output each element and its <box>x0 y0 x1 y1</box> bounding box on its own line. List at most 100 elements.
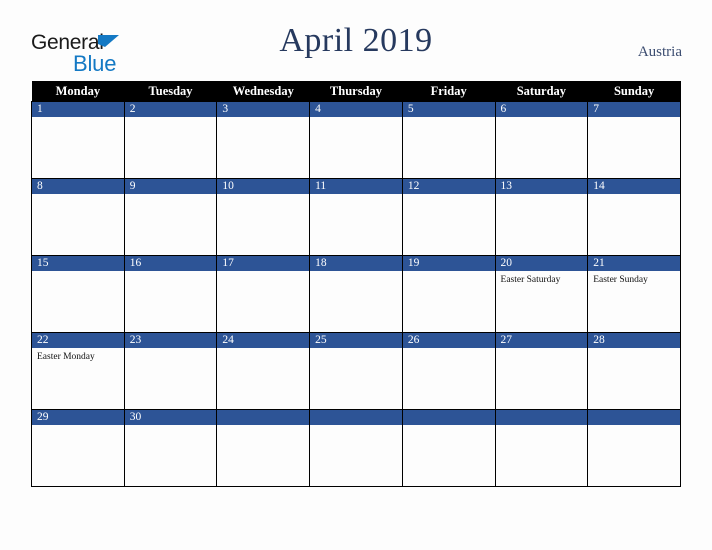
calendar-day-cell[interactable]: 6 <box>494 101 589 179</box>
day-number: 17 <box>217 256 310 271</box>
day-cell-inner <box>310 410 402 486</box>
day-number <box>588 410 680 425</box>
calendar-day-cell[interactable]: 12 <box>401 178 496 256</box>
calendar-day-cell[interactable]: 8 <box>31 178 125 256</box>
weekday-header-sunday: Sunday <box>587 81 681 102</box>
day-cell-inner: 23 <box>124 333 217 409</box>
day-number: 10 <box>217 179 310 194</box>
day-cell-inner: 17 <box>217 256 310 332</box>
weekday-header-saturday: Saturday <box>495 81 588 102</box>
day-events <box>32 194 124 197</box>
calendar-day-cell[interactable]: 23 <box>123 332 218 410</box>
day-events <box>588 117 680 120</box>
calendar-day-cell[interactable]: 14 <box>587 178 681 256</box>
calendar-empty-cell[interactable] <box>401 409 496 487</box>
day-cell-inner <box>402 410 495 486</box>
day-events <box>403 348 495 351</box>
day-number: 26 <box>402 333 495 348</box>
day-number: 20 <box>495 256 588 271</box>
calendar-day-cell[interactable]: 22 Easter Monday <box>31 332 125 410</box>
calendar-week-row: 29 30 <box>31 409 681 487</box>
calendar-day-cell[interactable]: 25 <box>309 332 403 410</box>
day-number: 5 <box>402 102 495 117</box>
day-number <box>402 410 495 425</box>
holiday-event-label: Easter Sunday <box>593 275 648 285</box>
day-events <box>588 194 680 197</box>
calendar-day-cell[interactable]: 1 <box>31 101 125 179</box>
day-events: Easter Sunday <box>588 271 680 286</box>
calendar-day-cell[interactable]: 30 <box>123 409 218 487</box>
day-cell-inner: 7 <box>588 102 680 178</box>
day-events <box>217 194 309 197</box>
calendar-body: 1 2 3 4 5 6 7 8 9 10 11 12 13 14 15 16 17 18 19 20 Easter Sa… <box>31 101 681 487</box>
calendar-empty-cell[interactable] <box>309 409 403 487</box>
day-cell-inner: 1 <box>32 102 124 178</box>
calendar-day-cell[interactable]: 7 <box>587 101 681 179</box>
calendar-day-cell[interactable]: 18 <box>309 255 403 333</box>
day-cell-inner: 30 <box>124 410 217 486</box>
day-events <box>125 194 217 197</box>
day-events <box>125 271 217 274</box>
day-events <box>403 117 495 120</box>
day-events <box>217 348 309 351</box>
day-number: 1 <box>32 102 124 117</box>
day-cell-inner <box>495 410 588 486</box>
day-number: 28 <box>588 333 680 348</box>
day-cell-inner: 8 <box>32 179 124 255</box>
day-number: 23 <box>124 333 217 348</box>
calendar-week-row: 1234567 <box>31 101 681 179</box>
day-number: 2 <box>124 102 217 117</box>
day-cell-inner: 13 <box>495 179 588 255</box>
calendar-day-cell[interactable]: 28 <box>587 332 681 410</box>
day-events <box>403 271 495 274</box>
day-cell-inner: 27 <box>495 333 588 409</box>
day-events <box>310 271 402 274</box>
calendar-empty-cell[interactable] <box>216 409 311 487</box>
weekday-header-thursday: Thursday <box>309 81 403 102</box>
calendar-day-cell[interactable]: 29 <box>31 409 125 487</box>
calendar-day-cell[interactable]: 19 <box>401 255 496 333</box>
calendar-day-cell[interactable]: 9 <box>123 178 218 256</box>
day-number: 13 <box>495 179 588 194</box>
day-number: 22 <box>32 333 124 348</box>
calendar-day-cell[interactable]: 11 <box>309 178 403 256</box>
calendar-day-cell[interactable]: 15 <box>31 255 125 333</box>
day-number: 19 <box>402 256 495 271</box>
calendar-day-cell[interactable]: 10 <box>216 178 311 256</box>
day-number <box>217 410 310 425</box>
day-events <box>32 117 124 120</box>
day-cell-inner: 22 Easter Monday <box>32 333 124 409</box>
day-events <box>217 117 309 120</box>
weekday-header-monday: Monday <box>31 81 125 102</box>
day-cell-inner: 19 <box>402 256 495 332</box>
calendar-day-cell[interactable]: 4 <box>309 101 403 179</box>
calendar-empty-cell[interactable] <box>494 409 589 487</box>
day-events <box>310 425 402 428</box>
calendar-empty-cell[interactable] <box>587 409 681 487</box>
day-number: 6 <box>495 102 588 117</box>
day-cell-inner: 16 <box>124 256 217 332</box>
calendar-day-cell[interactable]: 24 <box>216 332 311 410</box>
day-events <box>403 425 495 428</box>
day-events <box>588 425 680 428</box>
day-events <box>310 348 402 351</box>
calendar-grid: Monday Tuesday Wednesday Thursday Friday… <box>31 81 681 487</box>
calendar-day-cell[interactable]: 2 <box>123 101 218 179</box>
day-cell-inner <box>588 410 680 486</box>
day-events <box>217 425 309 428</box>
day-events <box>32 271 124 274</box>
calendar-day-cell[interactable]: 16 <box>123 255 218 333</box>
day-events <box>32 425 124 428</box>
calendar-day-cell[interactable]: 26 <box>401 332 496 410</box>
calendar-day-cell[interactable]: 5 <box>401 101 496 179</box>
day-cell-inner: 4 <box>310 102 402 178</box>
calendar-day-cell[interactable]: 3 <box>216 101 311 179</box>
calendar-day-cell[interactable]: 21 Easter Sunday <box>587 255 681 333</box>
day-cell-inner: 24 <box>217 333 310 409</box>
calendar-day-cell[interactable]: 27 <box>494 332 589 410</box>
calendar-day-cell[interactable]: 17 <box>216 255 311 333</box>
country-label: Austria <box>637 44 682 60</box>
calendar-day-cell[interactable]: 13 <box>494 178 589 256</box>
day-cell-inner: 9 <box>124 179 217 255</box>
calendar-day-cell[interactable]: 20 Easter Saturday <box>494 255 589 333</box>
